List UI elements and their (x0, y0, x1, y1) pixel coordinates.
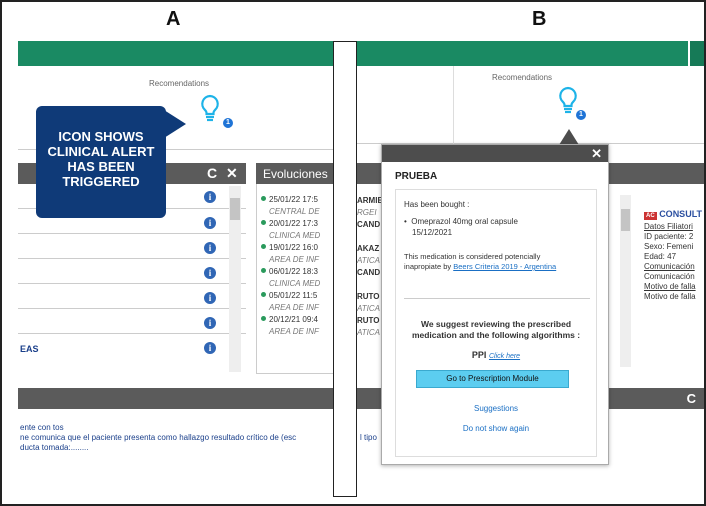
figure-frame (0, 0, 706, 506)
